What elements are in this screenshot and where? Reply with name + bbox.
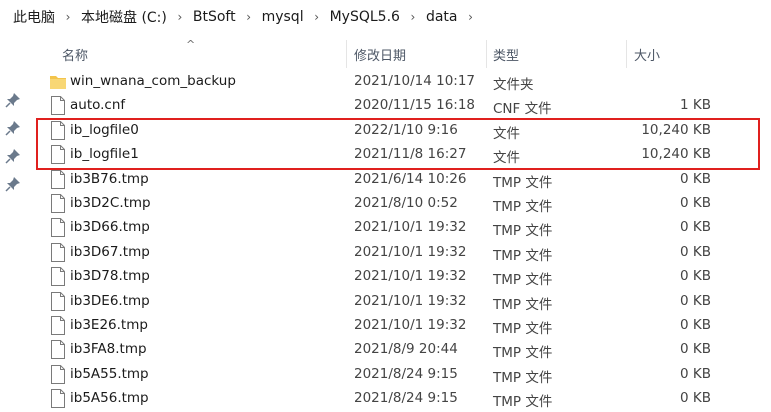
column-divider[interactable] bbox=[486, 40, 487, 68]
file-row[interactable]: ib3B76.tmp 2021/6/14 10:26 TMP 文件 0 KB bbox=[0, 168, 771, 192]
file-modified: 2021/8/24 9:15 bbox=[354, 365, 458, 382]
file-size: 0 KB bbox=[680, 243, 711, 260]
file-type: 文件夹 bbox=[493, 77, 534, 93]
column-divider[interactable] bbox=[346, 40, 347, 68]
file-row[interactable]: ib5A55.tmp 2021/8/24 9:15 TMP 文件 0 KB bbox=[0, 363, 771, 387]
file-row[interactable]: ib3D67.tmp 2021/10/1 19:32 TMP 文件 0 KB bbox=[0, 241, 771, 265]
column-header-modified[interactable]: 修改日期 bbox=[354, 45, 406, 64]
file-type: TMP 文件 bbox=[493, 394, 553, 411]
file-row[interactable]: ib3DE6.tmp 2021/10/1 19:32 TMP 文件 0 KB bbox=[0, 290, 771, 314]
breadcrumb-this-pc[interactable]: 此电脑 bbox=[9, 7, 59, 27]
file-modified: 2020/11/15 16:18 bbox=[354, 97, 476, 114]
column-divider[interactable] bbox=[626, 40, 627, 68]
file-type: TMP 文件 bbox=[493, 321, 553, 337]
chevron-right-icon[interactable]: › bbox=[404, 10, 422, 24]
file-row[interactable]: ib3D2C.tmp 2021/8/10 0:52 TMP 文件 0 KB bbox=[0, 192, 771, 216]
file-name: ib3D66.tmp bbox=[70, 219, 150, 236]
file-size: 0 KB bbox=[680, 195, 711, 211]
file-name: ib5A56.tmp bbox=[70, 390, 149, 407]
breadcrumb[interactable]: 此电脑 › 本地磁盘 (C:) › BtSoft › mysql › MySQL… bbox=[0, 0, 771, 34]
file-modified: 2021/8/24 9:15 bbox=[354, 390, 458, 407]
breadcrumb-btsoft[interactable]: BtSoft bbox=[189, 9, 240, 25]
column-header-bar: ^ 名称 修改日期 类型 大小 bbox=[0, 38, 771, 68]
file-modified: 2021/8/10 0:52 bbox=[354, 195, 458, 211]
chevron-right-icon[interactable]: › bbox=[59, 10, 77, 24]
file-name: ib3E26.tmp bbox=[70, 317, 148, 333]
file-row[interactable]: ib3D78.tmp 2021/10/1 19:32 TMP 文件 0 KB bbox=[0, 265, 771, 289]
file-icon bbox=[51, 194, 65, 213]
file-size: 0 KB bbox=[680, 219, 711, 236]
file-name: ib3DE6.tmp bbox=[70, 292, 150, 309]
file-type: TMP 文件 bbox=[493, 247, 553, 264]
file-modified: 2021/10/1 19:32 bbox=[354, 292, 467, 309]
file-size: 0 KB bbox=[680, 170, 711, 187]
file-name: ib3D67.tmp bbox=[70, 243, 150, 260]
file-size: 0 KB bbox=[680, 317, 711, 333]
file-name: ib3FA8.tmp bbox=[70, 341, 147, 358]
highlight-box bbox=[36, 118, 760, 170]
file-size: 0 KB bbox=[680, 341, 711, 358]
column-header-name[interactable]: 名称 bbox=[62, 45, 88, 64]
file-modified: 2021/10/1 19:32 bbox=[354, 268, 467, 285]
chevron-right-icon[interactable]: › bbox=[461, 10, 479, 24]
file-icon bbox=[51, 96, 65, 116]
file-name: auto.cnf bbox=[70, 97, 126, 114]
file-modified: 2021/10/14 10:17 bbox=[354, 73, 476, 89]
file-icon bbox=[51, 291, 65, 311]
file-icon bbox=[51, 364, 65, 384]
file-size: 1 KB bbox=[680, 97, 711, 114]
file-icon bbox=[51, 389, 65, 409]
file-type: TMP 文件 bbox=[493, 174, 553, 191]
file-type: TMP 文件 bbox=[493, 369, 553, 386]
file-name: ib3B76.tmp bbox=[70, 170, 149, 187]
breadcrumb-mysql[interactable]: mysql bbox=[258, 9, 308, 25]
column-header-type[interactable]: 类型 bbox=[493, 45, 519, 64]
file-icon bbox=[51, 218, 65, 238]
file-size: 0 KB bbox=[680, 292, 711, 309]
file-size: 0 KB bbox=[680, 268, 711, 285]
file-name: ib3D78.tmp bbox=[70, 268, 150, 285]
chevron-right-icon[interactable]: › bbox=[308, 10, 326, 24]
breadcrumb-mysql56[interactable]: MySQL5.6 bbox=[326, 9, 404, 25]
file-type: TMP 文件 bbox=[493, 296, 553, 313]
file-row[interactable]: auto.cnf 2020/11/15 16:18 CNF 文件 1 KB bbox=[0, 94, 771, 118]
file-size: 0 KB bbox=[680, 390, 711, 407]
chevron-right-icon[interactable]: › bbox=[171, 10, 189, 24]
file-name: ib3D2C.tmp bbox=[70, 195, 151, 211]
sort-ascending-icon: ^ bbox=[186, 38, 196, 51]
file-modified: 2021/10/1 19:32 bbox=[354, 317, 467, 333]
file-type: TMP 文件 bbox=[493, 223, 553, 240]
file-type: CNF 文件 bbox=[493, 101, 552, 118]
file-row[interactable]: ib3E26.tmp 2021/10/1 19:32 TMP 文件 0 KB bbox=[0, 314, 771, 338]
file-type: TMP 文件 bbox=[493, 345, 553, 362]
breadcrumb-local-disk[interactable]: 本地磁盘 (C:) bbox=[77, 7, 171, 27]
file-icon bbox=[51, 169, 65, 189]
file-modified: 2021/10/1 19:32 bbox=[354, 219, 467, 236]
file-icon bbox=[51, 340, 65, 360]
file-modified: 2021/6/14 10:26 bbox=[354, 170, 467, 187]
file-modified: 2021/8/9 20:44 bbox=[354, 341, 458, 358]
file-type: TMP 文件 bbox=[493, 272, 553, 289]
file-name: ib5A55.tmp bbox=[70, 365, 149, 382]
file-size: 0 KB bbox=[680, 365, 711, 382]
file-icon bbox=[51, 316, 65, 335]
file-row[interactable]: win_wnana_com_backup 2021/10/14 10:17 文件… bbox=[0, 70, 771, 94]
column-header-size[interactable]: 大小 bbox=[634, 45, 660, 64]
breadcrumb-data[interactable]: data bbox=[422, 9, 462, 25]
file-icon bbox=[51, 267, 65, 287]
chevron-right-icon[interactable]: › bbox=[240, 10, 258, 24]
file-row[interactable]: ib5A56.tmp 2021/8/24 9:15 TMP 文件 0 KB bbox=[0, 387, 771, 411]
file-name: win_wnana_com_backup bbox=[70, 73, 236, 89]
file-row[interactable]: ib3D66.tmp 2021/10/1 19:32 TMP 文件 0 KB bbox=[0, 216, 771, 240]
folder-icon bbox=[50, 76, 66, 89]
file-icon bbox=[51, 242, 65, 262]
file-modified: 2021/10/1 19:32 bbox=[354, 243, 467, 260]
file-row[interactable]: ib3FA8.tmp 2021/8/9 20:44 TMP 文件 0 KB bbox=[0, 338, 771, 362]
file-type: TMP 文件 bbox=[493, 199, 553, 215]
